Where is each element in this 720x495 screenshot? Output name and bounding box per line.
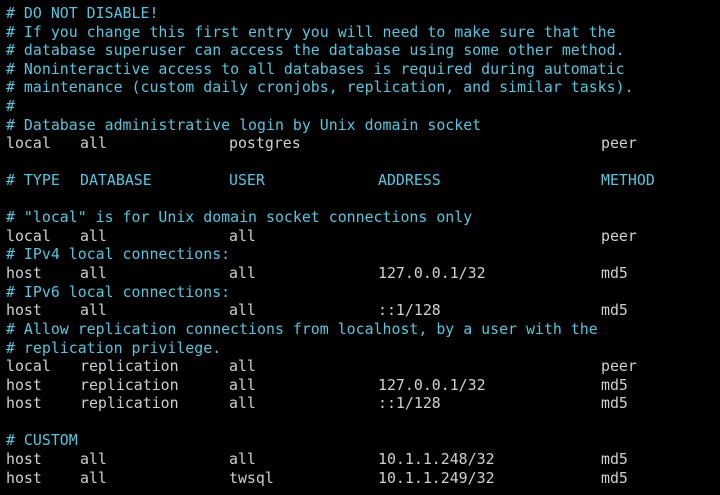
entry-type: host <box>6 394 42 412</box>
entry-database: replication <box>80 394 179 412</box>
entry-database: all <box>80 301 107 319</box>
comment-line: # maintenance (custom daily cronjobs, re… <box>6 78 634 96</box>
terminal-window[interactable]: # DO NOT DISABLE! # If you change this f… <box>0 0 720 495</box>
entry-address: 10.1.1.248/32 <box>378 450 495 468</box>
comment-line: # replication privilege. <box>6 339 222 357</box>
entry-type: host <box>6 376 42 394</box>
entry-address: 127.0.0.1/32 <box>378 264 486 282</box>
entry-method: md5 <box>601 301 628 319</box>
entry-method: md5 <box>601 450 628 468</box>
hba-entry-row: local all postgres peer <box>6 134 637 153</box>
entry-method: md5 <box>601 469 628 487</box>
header-user: USER <box>229 171 265 189</box>
entry-user: all <box>229 450 256 468</box>
entry-user: all <box>229 264 256 282</box>
header-address: ADDRESS <box>378 171 441 189</box>
entry-user: all <box>229 227 256 245</box>
entry-user: all <box>229 376 256 394</box>
comment-line: # IPv4 local connections: <box>6 245 231 263</box>
hba-entry-row: host all all 127.0.0.1/32 md5 <box>6 264 628 283</box>
comment-line: # IPv6 local connections: <box>6 283 231 301</box>
comment-line: # DO NOT DISABLE! <box>6 4 159 22</box>
entry-type: local <box>6 227 51 245</box>
hba-entry-row: host replication all 127.0.0.1/32 md5 <box>6 376 628 395</box>
entry-user: all <box>229 357 256 375</box>
entry-method: md5 <box>601 376 628 394</box>
hba-entry-row: host all all ::1/128 md5 <box>6 301 628 320</box>
column-header-row: # TYPE DATABASE USER ADDRESS METHOD <box>6 171 655 190</box>
entry-method: md5 <box>601 264 628 282</box>
hba-entry-row: host replication all ::1/128 md5 <box>6 394 628 413</box>
entry-user: all <box>229 301 256 319</box>
comment-line: # If you change this first entry you wil… <box>6 23 616 41</box>
hba-entry-row: host all all 10.1.1.248/32 md5 <box>6 450 628 469</box>
comment-line: # "local" is for Unix domain socket conn… <box>6 208 473 226</box>
header-database: DATABASE <box>80 171 152 189</box>
entry-database: replication <box>80 376 179 394</box>
entry-type: host <box>6 469 42 487</box>
entry-type: local <box>6 357 51 375</box>
entry-type: host <box>6 450 42 468</box>
header-type: # TYPE <box>6 171 60 189</box>
entry-database: all <box>80 469 107 487</box>
comment-line: # Allow replication connections from loc… <box>6 320 598 338</box>
entry-address: ::1/128 <box>378 394 441 412</box>
entry-address: 10.1.1.249/32 <box>378 469 495 487</box>
entry-type: host <box>6 301 42 319</box>
entry-method: md5 <box>601 394 628 412</box>
entry-database: all <box>80 134 107 152</box>
entry-database: all <box>80 227 107 245</box>
comment-line: # Noninteractive access to all databases… <box>6 60 625 78</box>
entry-method: peer <box>601 227 637 245</box>
entry-type: host <box>6 264 42 282</box>
hba-entry-row: local replication all peer <box>6 357 637 376</box>
hba-entry-row: local all all peer <box>6 227 637 246</box>
entry-user: all <box>229 394 256 412</box>
comment-line: # CUSTOM <box>6 431 78 449</box>
entry-database: all <box>80 450 107 468</box>
entry-method: peer <box>601 357 637 375</box>
header-method: METHOD <box>601 171 655 189</box>
entry-user: postgres <box>229 134 301 152</box>
hba-entry-row: host all twsql 10.1.1.249/32 md5 <box>6 469 628 488</box>
entry-database: replication <box>80 357 179 375</box>
entry-address: ::1/128 <box>378 301 441 319</box>
entry-user: twsql <box>229 469 274 487</box>
comment-line: # database superuser can access the data… <box>6 41 625 59</box>
entry-address: 127.0.0.1/32 <box>378 376 486 394</box>
entry-type: local <box>6 134 51 152</box>
comment-line: # Database administrative login by Unix … <box>6 116 482 134</box>
entry-method: peer <box>601 134 637 152</box>
comment-line: # <box>6 97 15 115</box>
entry-database: all <box>80 264 107 282</box>
